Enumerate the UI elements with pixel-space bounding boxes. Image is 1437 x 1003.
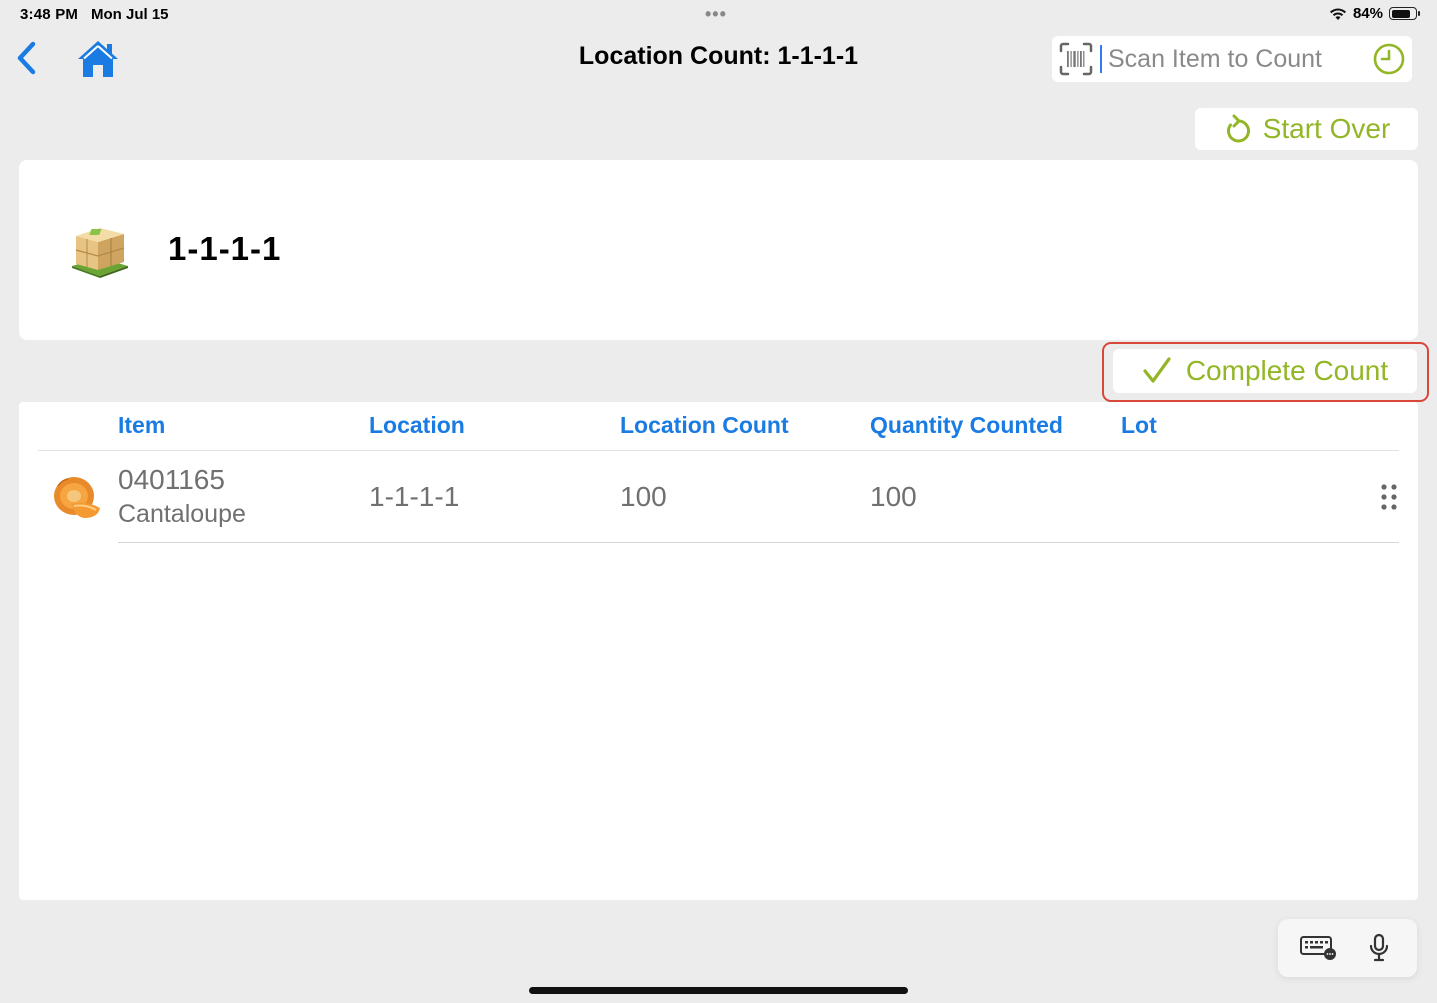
item-number: 0401165 — [118, 464, 225, 495]
column-header-item[interactable]: Item — [118, 412, 165, 439]
history-button[interactable] — [1372, 42, 1406, 76]
row-more-button[interactable] — [1378, 482, 1400, 512]
wifi-icon — [1329, 8, 1346, 20]
start-over-button[interactable]: Start Over — [1195, 108, 1418, 150]
row-quantity-counted: 100 — [870, 481, 917, 512]
status-right: 84% — [1329, 5, 1420, 22]
restart-icon — [1226, 114, 1250, 143]
keyboard-accessory-panel — [1278, 919, 1417, 977]
home-indicator[interactable] — [529, 987, 908, 994]
column-header-location[interactable]: Location — [369, 412, 465, 439]
row-location: 1-1-1-1 — [369, 481, 460, 512]
checkmark-icon — [1143, 357, 1171, 383]
microphone-icon[interactable] — [1368, 933, 1390, 963]
cantaloupe-icon — [52, 474, 104, 525]
row-divider — [118, 542, 1399, 543]
scan-field[interactable] — [1052, 36, 1412, 82]
barcode-scan-icon[interactable] — [1058, 41, 1094, 77]
row-location-count: 100 — [620, 481, 667, 512]
battery-percent: 84% — [1352, 5, 1383, 22]
status-date: Mon Jul 15 — [91, 6, 169, 23]
keyboard-icon[interactable] — [1300, 935, 1336, 961]
scan-input[interactable] — [1100, 45, 1378, 73]
status-time: 3:48 PM — [20, 6, 79, 23]
item-name: Cantaloupe — [118, 500, 246, 528]
start-over-label: Start Over — [1262, 113, 1391, 144]
battery-level — [1391, 9, 1410, 18]
complete-count-button[interactable]: Complete Count — [1113, 349, 1417, 393]
multitasking-dots-icon[interactable]: ••• — [705, 4, 727, 25]
complete-count-label: Complete Count — [1185, 355, 1389, 386]
clock-icon — [1373, 43, 1405, 75]
battery-icon — [1389, 7, 1420, 20]
header-divider — [38, 450, 1399, 451]
pallet-boxes-icon — [70, 222, 130, 278]
drag-handle-icon — [1381, 484, 1397, 510]
column-header-location-count[interactable]: Location Count — [620, 412, 789, 439]
location-label: 1-1-1-1 — [168, 230, 282, 267]
column-header-quantity-counted[interactable]: Quantity Counted — [870, 412, 1063, 439]
column-header-lot[interactable]: Lot — [1121, 412, 1157, 439]
